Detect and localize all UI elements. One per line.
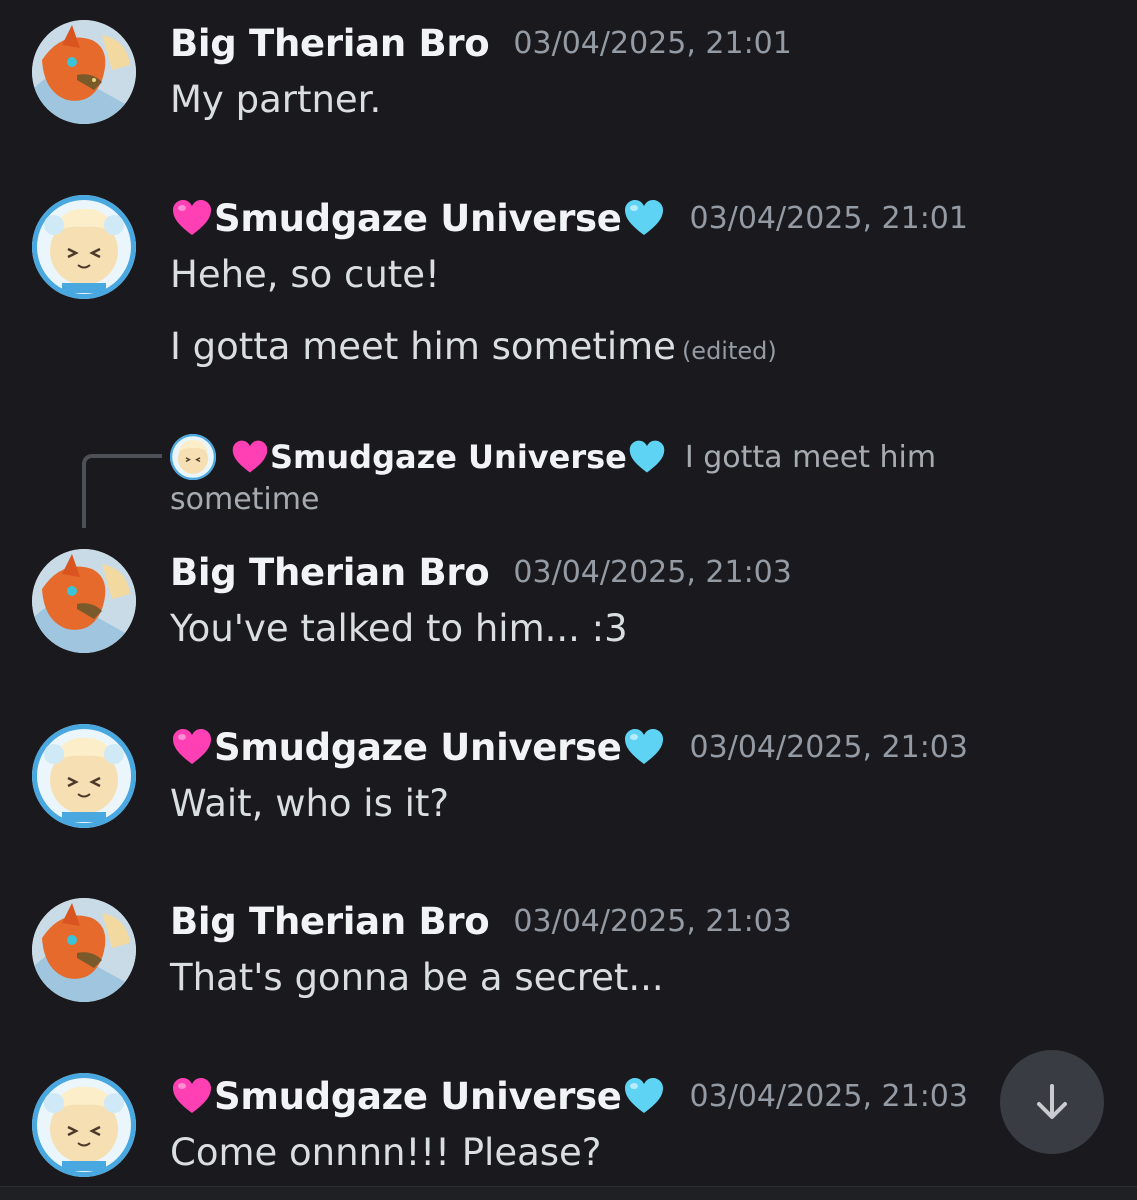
avatar-smudgaze-universe[interactable] <box>32 1073 136 1177</box>
message-text: You've talked to him... :3 <box>170 607 628 650</box>
pink-heart-icon <box>170 1074 214 1118</box>
message-text: Hehe, so cute! <box>170 253 440 296</box>
username[interactable]: Big Therian Bro <box>170 900 490 943</box>
arrow-down-icon <box>1037 1084 1067 1119</box>
message-header: Big Therian Bro 03/04/2025, 21:03 <box>170 898 792 944</box>
edited-label: (edited) <box>681 337 777 365</box>
avatar-smudgaze-universe[interactable] <box>32 724 136 828</box>
username[interactable]: Smudgaze Universe <box>214 1075 622 1118</box>
username[interactable]: Big Therian Bro <box>170 551 490 594</box>
message-line: I gotta meet him sometime <box>170 325 676 368</box>
avatar-smudgaze-universe[interactable] <box>32 195 136 299</box>
timestamp: 03/04/2025, 21:03 <box>689 1078 968 1114</box>
username[interactable]: Big Therian Bro <box>170 22 490 65</box>
pink-heart-icon <box>170 725 214 769</box>
reply-username[interactable]: Smudgaze Universe <box>270 438 627 476</box>
message-header: Big Therian Bro 03/04/2025, 21:03 <box>170 549 792 595</box>
pink-heart-icon <box>230 437 270 477</box>
message-text: Wait, who is it? <box>170 782 450 825</box>
avatar-big-therian-bro[interactable] <box>32 898 136 1002</box>
timestamp: 03/04/2025, 21:03 <box>513 903 792 939</box>
message-text: Come onnnn!!! Please? <box>170 1131 602 1174</box>
blue-heart-icon <box>622 196 666 240</box>
reply-preview: I gotta meet him <box>684 439 937 475</box>
reply-connector <box>82 454 162 528</box>
message-header: Smudgaze Universe 03/04/2025, 21:03 <box>170 1073 968 1119</box>
reply-header: Smudgaze Universe I gotta meet him <box>170 432 970 482</box>
message-text: That's gonna be a secret... <box>170 956 664 999</box>
reply-preview-continued: sometime <box>170 482 320 517</box>
message-text: I gotta meet him sometime (edited) <box>170 325 777 368</box>
avatar-big-therian-bro[interactable] <box>32 20 136 124</box>
scroll-to-bottom-button[interactable] <box>1000 1050 1104 1154</box>
timestamp: 03/04/2025, 21:01 <box>689 200 968 236</box>
message-text: My partner. <box>170 78 382 121</box>
pink-heart-icon <box>170 196 214 240</box>
chat-message-list: Big Therian Bro 03/04/2025, 21:01 My par… <box>0 0 1137 1200</box>
timestamp: 03/04/2025, 21:01 <box>513 25 792 61</box>
reply-avatar <box>170 434 216 480</box>
avatar-big-therian-bro[interactable] <box>32 549 136 653</box>
message-header: Smudgaze Universe 03/04/2025, 21:01 <box>170 195 968 241</box>
blue-heart-icon <box>622 1074 666 1118</box>
username[interactable]: Smudgaze Universe <box>214 726 622 769</box>
composer-edge <box>0 1186 1137 1200</box>
message-header: Smudgaze Universe 03/04/2025, 21:03 <box>170 724 968 770</box>
reply-reference[interactable]: Smudgaze Universe I gotta meet him somet… <box>170 432 970 517</box>
timestamp: 03/04/2025, 21:03 <box>689 729 968 765</box>
timestamp: 03/04/2025, 21:03 <box>513 554 792 590</box>
message-header: Big Therian Bro 03/04/2025, 21:01 <box>170 20 792 66</box>
blue-heart-icon <box>622 725 666 769</box>
username[interactable]: Smudgaze Universe <box>214 197 622 240</box>
blue-heart-icon <box>627 437 667 477</box>
